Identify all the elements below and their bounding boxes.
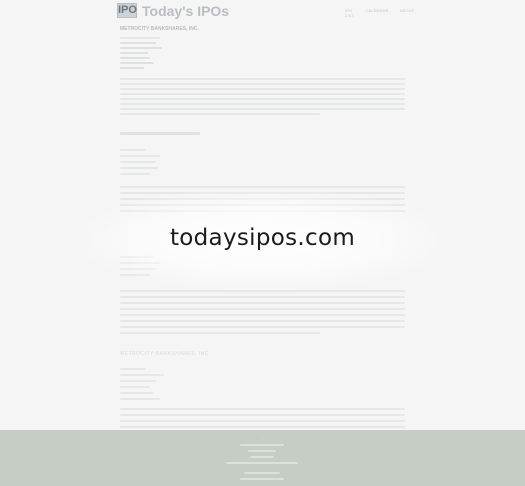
detail-line (120, 67, 144, 69)
paragraph-line (120, 296, 405, 298)
site-title[interactable]: Today's IPOs (142, 2, 229, 20)
ipo-logo[interactable]: IPO (117, 3, 137, 18)
detail-line (120, 386, 150, 388)
footer-line (244, 472, 280, 474)
paragraph-line (120, 186, 405, 188)
detail-line (120, 374, 164, 376)
paragraph-line (120, 83, 405, 85)
section-heading: METROCITY BANKSHARES, INC. (120, 351, 211, 357)
watermark-text: todaysipos.com (169, 225, 356, 251)
paragraph-line (120, 420, 405, 422)
detail-line (120, 155, 160, 157)
detail-line (120, 47, 162, 49)
paragraph-line (120, 408, 405, 410)
paragraph-line (120, 88, 405, 90)
paragraph-line (120, 308, 405, 310)
paragraph-line (120, 414, 405, 416)
detail-line (120, 368, 146, 370)
nav-ipo-list[interactable]: IPO LIST (345, 8, 354, 18)
paragraph-line (120, 113, 320, 115)
paragraph-line (120, 290, 405, 292)
detail-line (120, 173, 150, 175)
footer-line (226, 462, 298, 464)
site-header: IPO Today's IPOs IPO LIST CALENDAR ABOUT (117, 2, 414, 20)
detail-line (120, 161, 156, 163)
footer-line: — (261, 436, 264, 440)
paragraph-line (120, 302, 405, 304)
paragraph-line (120, 98, 405, 100)
section-heading-line (120, 132, 200, 135)
detail-line (120, 380, 156, 382)
paragraph-line (120, 326, 405, 328)
footer-line (248, 450, 276, 452)
footer-line (250, 456, 274, 458)
nav-about[interactable]: ABOUT (400, 8, 415, 18)
company-heading: METROCITY BANKSHARES, INC. (120, 26, 199, 32)
detail-line (120, 149, 146, 151)
detail-line (120, 62, 154, 64)
paragraph-line (120, 332, 320, 334)
detail-line (120, 52, 148, 54)
paragraph-line (120, 78, 405, 80)
footer-line (240, 478, 284, 480)
detail-line (120, 167, 158, 169)
top-nav: IPO LIST CALENDAR ABOUT (345, 8, 414, 18)
paragraph-line (120, 314, 405, 316)
nav-calendar[interactable]: CALENDAR (365, 8, 388, 18)
paragraph-line (120, 108, 405, 110)
detail-line (120, 37, 160, 39)
site-footer: — (0, 430, 525, 486)
paragraph-line (120, 93, 405, 95)
paragraph-line (120, 320, 405, 322)
detail-line (120, 398, 160, 400)
detail-line (120, 392, 154, 394)
detail-line (120, 57, 150, 59)
paragraph-line (120, 103, 405, 105)
page: IPO Today's IPOs IPO LIST CALENDAR ABOUT… (0, 0, 525, 486)
paragraph-line (120, 426, 405, 428)
footer-line (240, 444, 284, 446)
detail-line (120, 42, 156, 44)
